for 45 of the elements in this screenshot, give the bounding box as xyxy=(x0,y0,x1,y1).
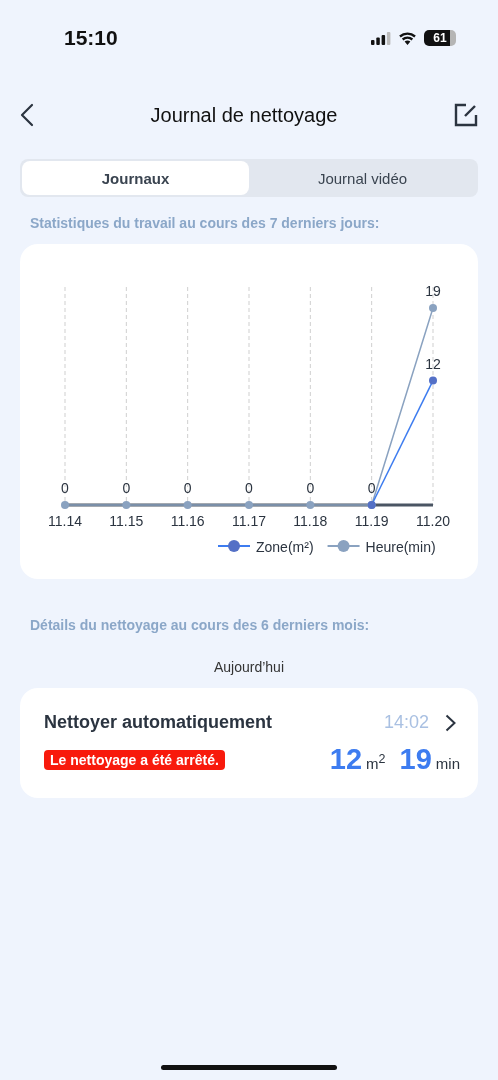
duration-unit: min xyxy=(435,755,460,772)
data-label: 0 xyxy=(183,480,192,496)
area-unit: m$^{2}$ xyxy=(366,752,386,772)
axis-label: 11.18 xyxy=(293,513,328,529)
record-title: Nettoyer automatiquement xyxy=(44,712,273,733)
data-label: 0 xyxy=(245,480,253,496)
axis-label: 11.19 xyxy=(354,513,389,529)
chevron-icon xyxy=(445,713,456,732)
section-heading: Détails du nettoyage au cours des 6 derniers mois: xyxy=(29,617,371,633)
record-card[interactable]: Nettoyer automatiquement 14:02 Le nettoyage a été arrêté. 12 m$^{2}$ 19 min xyxy=(20,688,478,798)
date-label: Aujourd’hui xyxy=(212,659,286,675)
data-label: 0 xyxy=(367,480,376,496)
data-label: 0 xyxy=(122,480,131,496)
data-label: 0 xyxy=(306,480,315,496)
data-point xyxy=(122,501,131,509)
wifi-icon xyxy=(398,31,417,45)
duration-value: 19 xyxy=(399,743,432,776)
tab[interactable]: Journaux xyxy=(22,161,249,195)
signal-icon xyxy=(371,31,391,45)
legend-label: Zone(m²) xyxy=(256,539,314,555)
axis-label: 11.16 xyxy=(170,513,205,529)
axis-label: 11.14 xyxy=(48,513,82,529)
status-badge: Le nettoyage a été arrêté. xyxy=(44,749,225,770)
page-title: Journal de nettoyage xyxy=(150,103,338,127)
area-value: 12 xyxy=(329,743,363,776)
axis-label: 11.17 xyxy=(232,513,266,529)
data-point xyxy=(306,501,315,509)
legend-label: Heure(min) xyxy=(365,539,436,555)
data-label: 0 xyxy=(61,480,69,496)
data-label: 19 xyxy=(425,283,441,299)
back-button[interactable] xyxy=(20,103,34,127)
edit-button[interactable] xyxy=(454,103,478,127)
data-point xyxy=(429,304,437,312)
axis-label: 11.20 xyxy=(416,513,450,529)
section-heading: Statistiques du travail au cours des 7 derniers jours: xyxy=(29,215,381,231)
data-point xyxy=(183,501,192,509)
data-point xyxy=(245,501,253,509)
record-time: 14:02 xyxy=(383,712,429,733)
tab[interactable]: Journal vidéo xyxy=(249,161,476,195)
data-label: 12 xyxy=(425,355,441,372)
data-point xyxy=(429,376,437,385)
data-point xyxy=(61,501,69,509)
axis-label: 11.15 xyxy=(109,513,144,529)
status-time: 15:10 xyxy=(64,26,118,50)
battery-icon: 61 xyxy=(424,30,456,46)
